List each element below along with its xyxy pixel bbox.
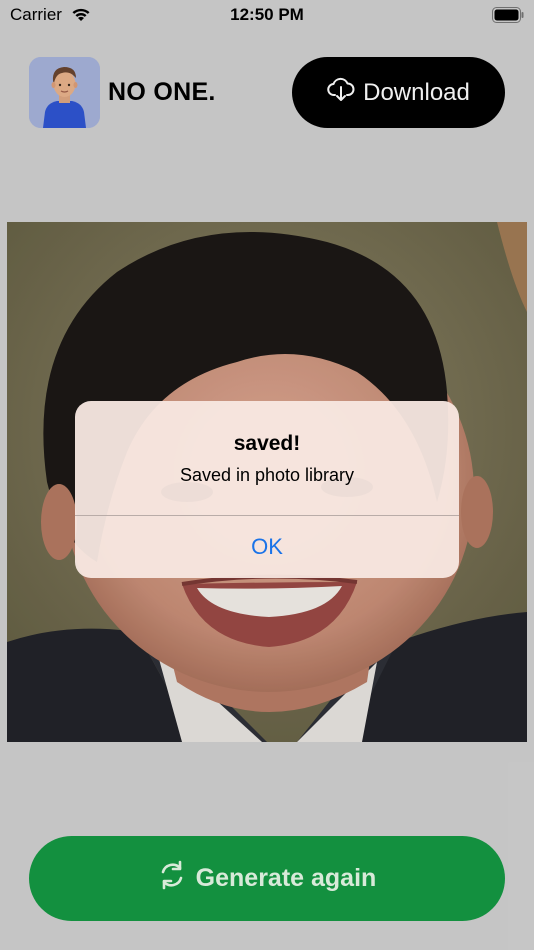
alert-title: saved! — [233, 432, 301, 455]
download-label: Download — [363, 78, 470, 106]
download-button[interactable]: Download — [292, 57, 505, 128]
clock: 12:50 PM — [230, 5, 304, 24]
avatar — [29, 57, 100, 128]
avatar-icon — [29, 57, 100, 128]
status-bar: Carrier 12:50 PM — [0, 0, 534, 30]
battery-icon — [492, 7, 524, 28]
saved-alert-dialog: saved! Saved in photo library OK — [75, 401, 459, 578]
alert-message: Saved in photo library — [179, 465, 355, 485]
alert-ok-button[interactable]: OK — [75, 516, 459, 578]
generate-again-button[interactable]: Generate again — [29, 836, 505, 921]
generate-label: Generate again — [195, 864, 377, 892]
refresh-icon — [158, 860, 186, 897]
cloud-download-icon — [327, 76, 355, 109]
brand-title: NO ONE. — [108, 78, 216, 106]
